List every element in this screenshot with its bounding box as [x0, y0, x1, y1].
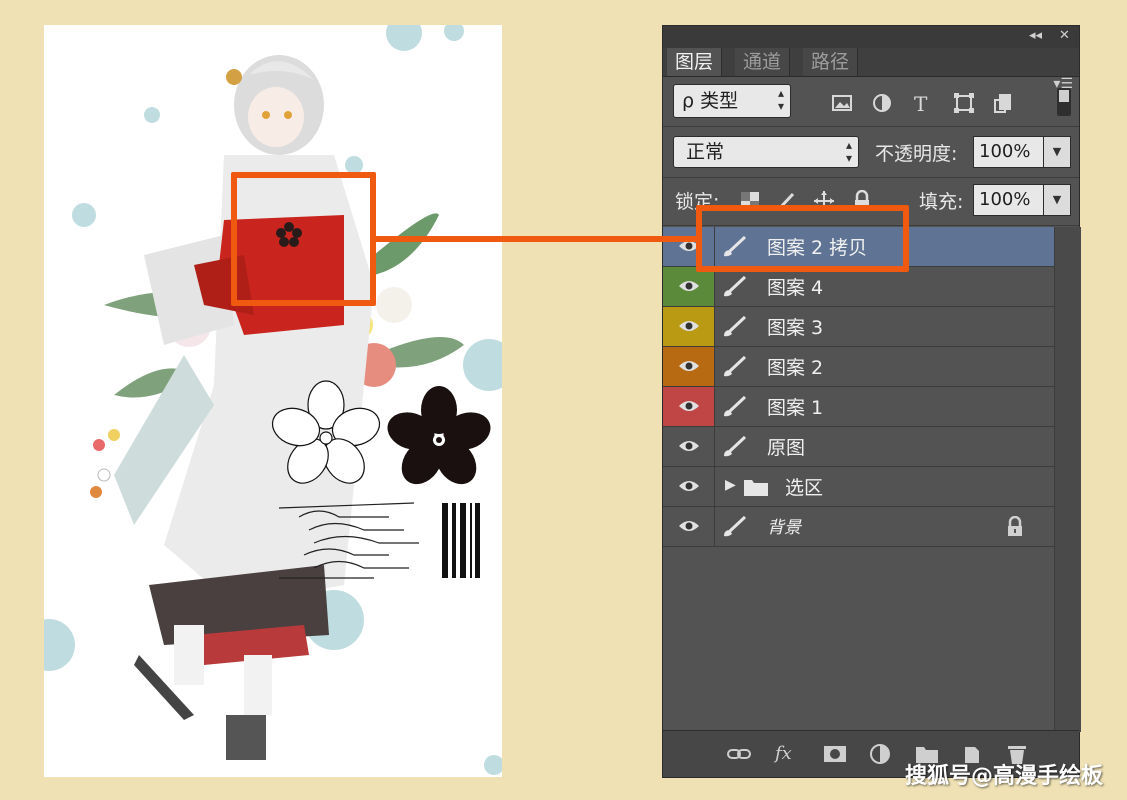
brush-icon — [721, 315, 747, 339]
visibility-toggle[interactable] — [663, 307, 715, 346]
stepper-arrows-icon: ▴ ▾ — [845, 138, 852, 165]
pixel-filter-icon[interactable] — [831, 92, 853, 114]
close-icon[interactable]: ✕ — [1059, 28, 1070, 43]
eye-icon — [679, 481, 699, 491]
blend-mode-label: 正常 — [686, 141, 725, 163]
folder-icon — [743, 477, 769, 501]
svg-text:T: T — [914, 92, 928, 114]
layer-highlight-box — [696, 205, 909, 272]
layer-group-selection[interactable]: ▶ 选区 — [663, 467, 1054, 507]
illustration — [44, 25, 502, 775]
layers-panel: ◂◂ ✕ 图层 通道 路径 ▾☰ ρ 类型 ▴ ▾ T 正常 ▴ ▾ 不透明度: 1… — [662, 25, 1081, 778]
brush-icon — [721, 395, 747, 419]
lock-icon — [1006, 515, 1024, 542]
brush-icon — [721, 515, 747, 539]
layer-row-original[interactable]: 原图 — [663, 427, 1054, 467]
layer-row-pattern1[interactable]: 图案 1 — [663, 387, 1054, 427]
tab-channels[interactable]: 通道 — [735, 48, 791, 76]
smart-object-filter-icon[interactable] — [993, 92, 1015, 114]
layer-name: 选区 — [785, 477, 824, 499]
layer-list-scrollbar[interactable] — [1054, 227, 1081, 732]
eye-icon — [679, 281, 699, 291]
fill-input[interactable]: 100% — [973, 184, 1045, 216]
layer-row-pattern2[interactable]: 图案 2 — [663, 347, 1054, 387]
eye-icon — [679, 361, 699, 371]
layer-name: 背景 — [767, 518, 801, 538]
brush-icon — [721, 355, 747, 379]
layer-name: 图案 4 — [767, 277, 824, 299]
eye-icon — [679, 441, 699, 451]
watermark: 搜狐号@高漫手绘板 — [904, 764, 1103, 789]
filter-toggle[interactable] — [1057, 88, 1071, 116]
filter-kind-select[interactable]: ρ 类型 ▴ ▾ — [673, 84, 791, 118]
eye-icon — [679, 401, 699, 411]
opacity-input[interactable]: 100% — [973, 136, 1045, 168]
opacity-dropdown-button[interactable]: ▼ — [1043, 136, 1071, 168]
opacity-label: 不透明度: — [875, 143, 958, 165]
brush-icon — [721, 275, 747, 299]
fx-icon[interactable]: fx — [775, 743, 799, 765]
adjustment-icon[interactable] — [869, 743, 893, 765]
brush-icon — [721, 435, 747, 459]
artwork-canvas — [44, 25, 502, 777]
layer-name: 原图 — [767, 437, 806, 459]
canvas-highlight-box — [231, 172, 376, 306]
layer-list: 图案 2 拷贝 图案 4 图案 3 图案 2 图案 1 原图 ▶ 选区 背景 — [663, 227, 1054, 547]
tab-paths[interactable]: 路径 — [803, 48, 859, 76]
visibility-toggle[interactable] — [663, 507, 715, 546]
type-filter-icon[interactable]: T — [911, 92, 933, 116]
fill-label: 填充: — [919, 191, 964, 213]
collapse-icon[interactable]: ◂◂ — [1029, 28, 1042, 43]
filter-kind-label: ρ 类型 — [682, 90, 739, 112]
visibility-toggle[interactable] — [663, 387, 715, 426]
divider — [663, 126, 1079, 127]
eye-icon — [679, 321, 699, 331]
stepper-arrows-icon: ▴ ▾ — [777, 86, 784, 113]
layer-row-pattern3[interactable]: 图案 3 — [663, 307, 1054, 347]
shape-filter-icon[interactable] — [953, 92, 975, 114]
eye-icon — [679, 521, 699, 531]
mask-icon[interactable] — [823, 743, 847, 765]
divider — [663, 177, 1079, 178]
layer-row-pattern4[interactable]: 图案 4 — [663, 267, 1054, 307]
blend-mode-select[interactable]: 正常 ▴ ▾ — [673, 136, 859, 168]
visibility-toggle[interactable] — [663, 347, 715, 386]
visibility-toggle[interactable] — [663, 427, 715, 466]
layer-name: 图案 2 — [767, 357, 824, 379]
callout-connector — [376, 236, 696, 242]
panel-titlebar: ◂◂ ✕ — [663, 26, 1079, 48]
tab-layers[interactable]: 图层 — [667, 48, 723, 76]
expand-arrow-icon[interactable]: ▶ — [725, 477, 736, 493]
layer-name: 图案 1 — [767, 397, 824, 419]
layer-row-background[interactable]: 背景 — [663, 507, 1054, 547]
layer-name: 图案 3 — [767, 317, 824, 339]
link-icon[interactable] — [727, 743, 751, 765]
panel-tabs: 图层 通道 路径 ▾☰ — [663, 48, 1079, 92]
visibility-toggle[interactable] — [663, 467, 715, 506]
visibility-toggle[interactable] — [663, 267, 715, 306]
fill-dropdown-button[interactable]: ▼ — [1043, 184, 1071, 216]
adjustment-filter-icon[interactable] — [871, 92, 893, 114]
